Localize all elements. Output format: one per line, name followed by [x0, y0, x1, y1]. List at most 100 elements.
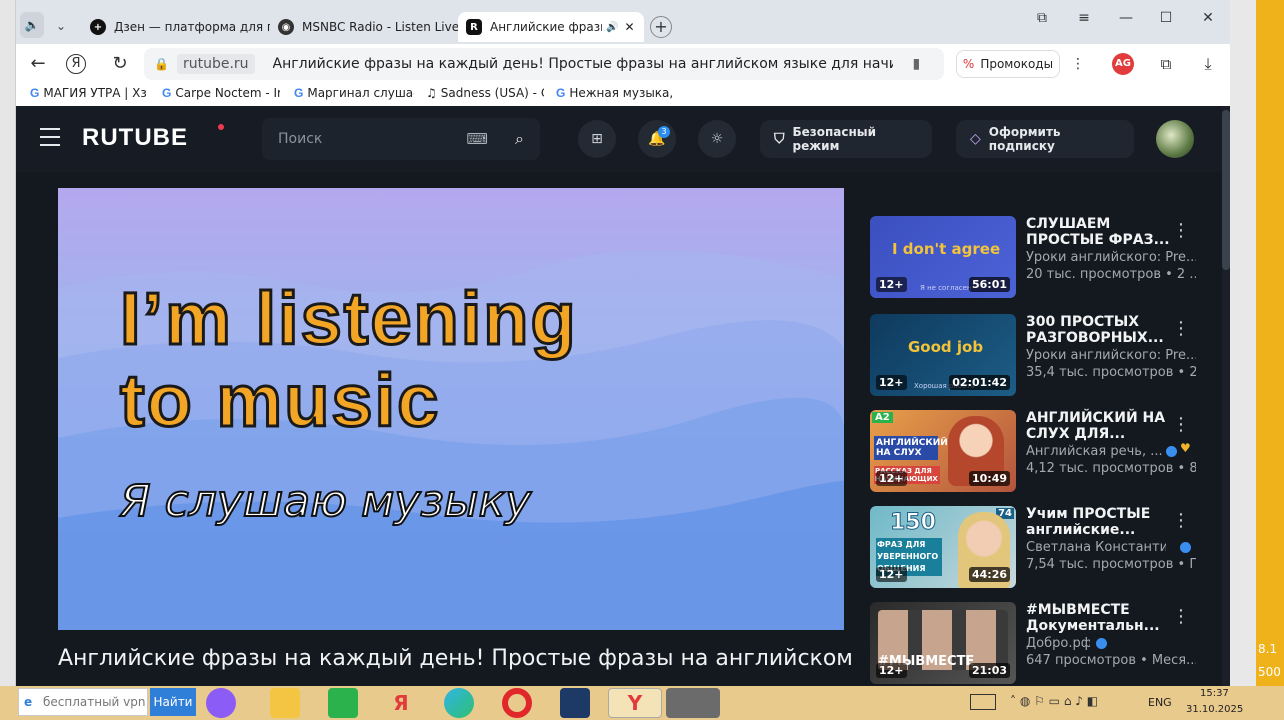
file-explorer-icon[interactable]	[270, 688, 300, 718]
view-count: 7,54 тыс. просмотров • Г...	[1026, 557, 1196, 572]
video-thumbnail[interactable]: A2 АНГЛИЙСКИЙ НА СЛУХ РАССКАЗ ДЛЯ НАЧИНА…	[870, 410, 1016, 492]
bookmark-item[interactable]: G Carpe Noctem - Ir	[162, 86, 280, 100]
recommendation-item[interactable]: 74 150 ФРАЗ ДЛЯ УВЕРЕННОГО ОБЩЕНИЯ 12+ 4…	[870, 506, 1210, 590]
verified-icon	[1166, 446, 1177, 457]
download-icon[interactable]: ⤓	[1196, 52, 1220, 76]
edge-icon[interactable]	[444, 688, 474, 718]
rutube-logo[interactable]: RUTUBE	[82, 124, 188, 152]
recommendation-title[interactable]: Учим ПРОСТЫЕ английские...	[1026, 506, 1176, 538]
bookmark-label: МАГИЯ УТРА | Хз	[43, 86, 147, 100]
clock-time[interactable]: 15:37	[1200, 688, 1229, 699]
desktop-right-strip	[1230, 0, 1256, 686]
yandex-icon[interactable]: Я	[66, 54, 86, 74]
tab-close-icon[interactable]: ✕	[624, 20, 634, 34]
safe-mode-button[interactable]: ⛉ Безопасный режим	[760, 120, 932, 158]
tab-dzen[interactable]: + Дзен — платформа для п	[90, 12, 270, 42]
back-icon[interactable]: ←	[26, 52, 50, 76]
recommendation-title[interactable]: СЛУШАЕМ ПРОСТЫЕ ФРАЗ...	[1026, 216, 1176, 248]
channel-name[interactable]: Добро.рф	[1026, 636, 1090, 651]
desktop-left-strip	[0, 0, 16, 686]
rutube-page: RUTUBE Поиск ⌨ ⌕ ⊞ 🔔 3 ☼ ⛉ Безопасный ре…	[16, 106, 1230, 686]
google-icon: G	[162, 86, 172, 100]
channel-name[interactable]: Английская речь, ...	[1026, 444, 1166, 459]
recommendation-item[interactable]: #МЫВМЕСТЕ 12+ 21:03 #МЫВМЕСТЕ Документал…	[870, 602, 1210, 686]
store-icon[interactable]	[328, 688, 358, 718]
channel-name[interactable]: Уроки английского: Pre...	[1026, 348, 1196, 363]
channel-name[interactable]: Светлана Константи...	[1026, 540, 1166, 555]
vpn-shield-icon[interactable]	[560, 688, 590, 718]
theme-icon[interactable]: ☼	[698, 120, 736, 158]
tray-icons[interactable]: ˄ ◍ ⚐ ▭ ⌂ ♪ ◧	[1010, 694, 1138, 710]
bookmark-item[interactable]: G МАГИЯ УТРА | Хз	[30, 86, 148, 100]
search-icon[interactable]: ⌕	[515, 129, 524, 149]
avatar[interactable]	[1156, 120, 1194, 158]
notification-badge: 3	[658, 126, 670, 138]
taskbar-search-input[interactable]: e бесплатный vpn	[18, 688, 148, 716]
close-icon[interactable]: ✕	[1198, 8, 1218, 28]
language-indicator[interactable]: ENG	[1148, 696, 1172, 709]
recommendation-title[interactable]: 300 ПРОСТЫХ РАЗГОВОРНЫХ...	[1026, 314, 1176, 346]
subscribe-button[interactable]: ◇ Оформить подписку	[956, 120, 1134, 158]
recommendation-title[interactable]: АНГЛИЙСКИЙ НА СЛУХ ДЛЯ...	[1026, 410, 1176, 442]
recommendation-title[interactable]: #МЫВМЕСТЕ Документальн...	[1026, 602, 1176, 634]
more-options-icon[interactable]: ⋮	[1172, 606, 1190, 627]
bookmark-item[interactable]: G Нежная музыка, у	[556, 86, 676, 100]
tab-rutube[interactable]: R Английские фразы 🔊 ✕	[458, 12, 644, 42]
video-player[interactable]: I’m listening to music Я слушаю музыку	[58, 188, 844, 630]
new-tab-button[interactable]: +	[650, 16, 672, 38]
promo-button[interactable]: % Промокоды	[956, 50, 1060, 78]
shield-icon: ⛉	[774, 131, 785, 147]
more-options-icon[interactable]: ⋮	[1172, 318, 1190, 339]
recommendation-item[interactable]: Good job Хорошая работа 12+ 02:01:42 300…	[870, 314, 1210, 398]
clock-date[interactable]: 31.10.2025	[1186, 704, 1243, 715]
rutube-icon: R	[466, 19, 482, 35]
obs-icon[interactable]	[666, 688, 720, 718]
age-badge: 12+	[876, 375, 907, 390]
maximize-icon[interactable]: ☐	[1156, 8, 1176, 28]
search-input[interactable]: Поиск ⌨ ⌕	[262, 118, 540, 160]
yandex-browser-icon[interactable]: Y	[608, 688, 662, 718]
tabs-dropdown-icon[interactable]: ⌄	[50, 14, 72, 38]
more-options-icon[interactable]: ⋮	[1172, 220, 1190, 241]
notifications-icon[interactable]: 🔔 3	[638, 120, 676, 158]
account-icon[interactable]: AG	[1112, 53, 1134, 75]
yandex-taskbar-icon[interactable]: Я	[386, 688, 416, 718]
tab-audio-icon[interactable]: 🔊	[606, 22, 618, 33]
bookmark-icon[interactable]: ▮	[913, 56, 921, 72]
page-scrollbar[interactable]	[1222, 106, 1230, 686]
safe-mode-label: Безопасный режим	[792, 125, 877, 153]
tab-msnbc[interactable]: ◉ MSNBC Radio - Listen Live	[278, 12, 458, 42]
video-thumbnail[interactable]: Good job Хорошая работа 12+ 02:01:42	[870, 314, 1016, 396]
more-options-icon[interactable]: ⋮	[1172, 510, 1190, 531]
view-count: 35,4 тыс. просмотров • 2...	[1026, 365, 1196, 380]
bookmark-item[interactable]: ♫ Sadness (USA) - С	[426, 86, 544, 100]
upload-icon[interactable]: ⊞	[578, 120, 616, 158]
recommendation-item[interactable]: A2 АНГЛИЙСКИЙ НА СЛУХ РАССКАЗ ДЛЯ НАЧИНА…	[870, 410, 1210, 494]
menu-icon[interactable]: ≡	[1074, 8, 1094, 28]
speaker-icon[interactable]: 🔈	[20, 12, 44, 38]
video-thumbnail[interactable]: 74 150 ФРАЗ ДЛЯ УВЕРЕННОГО ОБЩЕНИЯ 12+ 4…	[870, 506, 1016, 588]
alice-icon[interactable]	[206, 688, 236, 718]
extensions-icon[interactable]: ⧉	[1154, 52, 1178, 76]
duration-badge: 10:49	[968, 471, 1010, 486]
tab-bar: 🔈 ⌄ + Дзен — платформа для п ◉ MSNBC Rad…	[16, 0, 1230, 44]
video-title: Английские фразы на каждый день! Простые…	[58, 646, 853, 671]
minimize-icon[interactable]: —	[1116, 8, 1136, 28]
recommendation-item[interactable]: I don't agree Я не согласен 12+ 56:01 СЛ…	[870, 216, 1210, 300]
keyboard-tray-icon[interactable]	[970, 694, 996, 710]
more-icon[interactable]: ⋮	[1066, 52, 1090, 76]
channel-name[interactable]: Уроки английского: Pre...	[1026, 250, 1196, 265]
opera-icon[interactable]	[502, 688, 532, 718]
reload-icon[interactable]: ↻	[108, 52, 132, 76]
view-count: 647 просмотров • Меся...	[1026, 653, 1196, 668]
more-options-icon[interactable]: ⋮	[1172, 414, 1190, 435]
video-thumbnail[interactable]: #МЫВМЕСТЕ 12+ 21:03	[870, 602, 1016, 684]
thumbnail-subtext: Я не согласен	[920, 284, 972, 292]
bookmark-item[interactable]: G Маргинал слушае	[294, 86, 414, 100]
taskbar-find-button[interactable]: Найти	[150, 688, 196, 716]
hamburger-menu-icon[interactable]	[40, 128, 60, 146]
keyboard-icon[interactable]: ⌨	[466, 130, 488, 148]
address-bar[interactable]: 🔒 rutube.ru Английские фразы на каждый д…	[144, 48, 944, 80]
video-thumbnail[interactable]: I don't agree Я не согласен 12+ 56:01	[870, 216, 1016, 298]
bookmark-tab-icon[interactable]: ⧉	[1032, 8, 1052, 28]
